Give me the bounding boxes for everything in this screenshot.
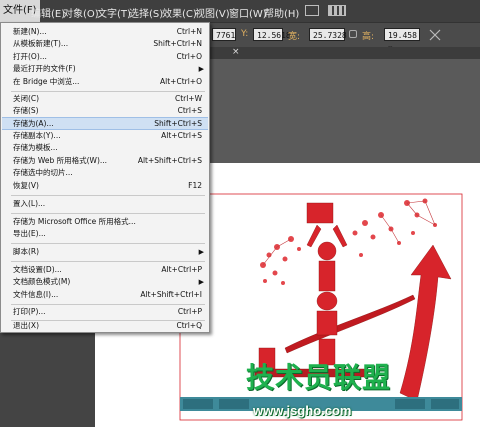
menu-help[interactable]: 帮助(H) bbox=[264, 5, 299, 20]
menu-separator bbox=[11, 213, 205, 214]
menu-item-save-as[interactable]: 存储为(A)... Shift+Ctrl+S bbox=[2, 117, 208, 130]
tools-panel bbox=[0, 330, 97, 427]
link-icon[interactable] bbox=[349, 30, 357, 38]
menu-effect[interactable]: 效果(C) bbox=[162, 5, 197, 20]
menu-item-revert[interactable]: 恢复(V) F12 bbox=[2, 180, 208, 192]
menu-item-close[interactable]: 关闭(C) Ctrl+W bbox=[2, 93, 208, 105]
menu-item-export[interactable]: 导出(E)... bbox=[2, 228, 208, 240]
menu-separator bbox=[11, 243, 205, 244]
menu-item-label: 打印(P)... bbox=[13, 307, 46, 316]
submenu-arrow-icon: ▶ bbox=[198, 248, 204, 256]
menu-item-label: 存储(S) bbox=[13, 106, 39, 115]
menu-item-shortcut: Shift+Ctrl+S bbox=[154, 119, 202, 128]
menu-item-shortcut: Ctrl+S bbox=[177, 106, 202, 115]
file-menu-dropdown: 新建(N)... Ctrl+N 从模板新建(T)... Shift+Ctrl+N 打… bbox=[0, 22, 210, 333]
menu-item-shortcut: Alt+Ctrl+S bbox=[161, 131, 202, 140]
y-field[interactable]: 12.5618 bbox=[253, 28, 291, 41]
menu-item-shortcut: Alt+Shift+Ctrl+I bbox=[140, 290, 202, 299]
menu-item-save[interactable]: 存储(S) Ctrl+S bbox=[2, 105, 208, 117]
menu-item-file-info[interactable]: 文件信息(I)... Alt+Shift+Ctrl+I bbox=[2, 289, 208, 301]
menu-item-shortcut: F12 bbox=[188, 181, 202, 190]
menu-edit[interactable]: 编辑(E) bbox=[31, 5, 65, 20]
menu-window[interactable]: 窗口(W) bbox=[229, 5, 267, 20]
menu-item-label: 恢复(V) bbox=[13, 181, 39, 190]
menu-separator bbox=[11, 195, 205, 196]
menu-item-label: 存储为 Microsoft Office 所用格式... bbox=[13, 217, 136, 226]
height-field[interactable]: 19.458 m bbox=[384, 28, 420, 53]
menu-item-shortcut: Ctrl+P bbox=[177, 307, 202, 316]
menu-separator bbox=[11, 304, 205, 305]
menu-item-shortcut: Ctrl+Q bbox=[176, 321, 202, 330]
transform-icon[interactable] bbox=[429, 29, 441, 41]
watermark-url: www.jsgho.com bbox=[253, 403, 352, 418]
menu-item-label: 从模板新建(T)... bbox=[13, 39, 69, 48]
menu-item-label: 关闭(C) bbox=[13, 94, 40, 103]
menu-item-label: 存储为 Web 所用格式(W)... bbox=[13, 156, 108, 165]
submenu-arrow-icon: ▶ bbox=[198, 65, 204, 73]
menu-item-new-from-template[interactable]: 从模板新建(T)... Shift+Ctrl+N bbox=[2, 38, 208, 50]
menu-separator bbox=[11, 91, 205, 92]
document-tab-bar bbox=[210, 47, 480, 59]
menu-item-document-setup[interactable]: 文档设置(D)... Alt+Ctrl+P bbox=[2, 264, 208, 276]
width-field[interactable]: 25.7328 bbox=[309, 28, 347, 41]
menu-item-save-copy[interactable]: 存储副本(Y)... Alt+Ctrl+S bbox=[2, 130, 208, 142]
menu-object[interactable]: 对象(O) bbox=[63, 5, 99, 20]
menu-view[interactable]: 视图(V) bbox=[195, 5, 230, 20]
menu-item-new[interactable]: 新建(N)... Ctrl+N bbox=[2, 26, 208, 38]
menu-item-shortcut: Shift+Ctrl+N bbox=[153, 39, 202, 48]
menu-item-shortcut: Ctrl+O bbox=[176, 52, 202, 61]
menu-item-label: 新建(N)... bbox=[13, 27, 47, 36]
menu-item-shortcut: Ctrl+N bbox=[176, 27, 202, 36]
menu-item-scripts[interactable]: 脚本(R) ▶ bbox=[2, 246, 208, 258]
menu-item-shortcut: Ctrl+W bbox=[174, 94, 202, 103]
watermark-logo: 技术员联盟 bbox=[246, 361, 392, 394]
menu-item-place[interactable]: 置入(L)... bbox=[2, 198, 208, 210]
menu-item-label: 存储为(A)... bbox=[13, 119, 54, 128]
menu-item-label: 在 Bridge 中浏览... bbox=[13, 77, 80, 86]
menu-item-label: 存储副本(Y)... bbox=[13, 131, 61, 140]
menu-select[interactable]: 选择(S) bbox=[129, 5, 163, 20]
menu-item-open[interactable]: 打开(O)... Ctrl+O bbox=[2, 51, 208, 63]
height-label: 高: bbox=[362, 32, 375, 42]
menu-item-label: 置入(L)... bbox=[13, 199, 46, 208]
submenu-arrow-icon: ▶ bbox=[198, 278, 204, 286]
menu-item-label: 存储选中的切片... bbox=[13, 168, 73, 177]
menu-item-shortcut: Alt+Ctrl+O bbox=[160, 77, 202, 86]
menu-type[interactable]: 文字(T) bbox=[97, 5, 131, 20]
menu-item-save-for-web[interactable]: 存储为 Web 所用格式(W)... Alt+Shift+Ctrl+S bbox=[2, 155, 208, 167]
menu-item-document-color-mode[interactable]: 文档颜色模式(M) ▶ bbox=[2, 276, 208, 288]
menu-item-label: 退出(X) bbox=[13, 321, 39, 330]
menu-item-print[interactable]: 打印(P)... Ctrl+P bbox=[2, 306, 208, 318]
bridge-icon[interactable] bbox=[305, 5, 319, 16]
menu-item-shortcut: Alt+Ctrl+P bbox=[161, 265, 202, 274]
tab-close-icon[interactable]: × bbox=[232, 47, 240, 57]
menu-bar: 文件(F) 编辑(E) 对象(O) 文字(T) 选择(S) 效果(C) 视图(V… bbox=[0, 0, 480, 22]
x-field[interactable]: 7761 bbox=[212, 28, 236, 41]
menu-item-label: 文档颜色模式(M) bbox=[13, 277, 71, 286]
arrange-documents-icon[interactable] bbox=[328, 5, 346, 16]
menu-item-label: 导出(E)... bbox=[13, 229, 46, 238]
menu-item-save-as-template[interactable]: 存储为模板... bbox=[2, 142, 208, 154]
menu-separator bbox=[11, 261, 205, 262]
menu-item-label: 最近打开的文件(F) bbox=[13, 64, 76, 73]
y-label: Y: bbox=[241, 29, 249, 39]
menu-item-save-for-office[interactable]: 存储为 Microsoft Office 所用格式... bbox=[2, 216, 208, 228]
menu-item-browse-bridge[interactable]: 在 Bridge 中浏览... Alt+Ctrl+O bbox=[2, 76, 208, 88]
menu-item-label: 文件信息(I)... bbox=[13, 290, 59, 299]
width-label: 宽: bbox=[288, 32, 301, 42]
menu-item-recent-files[interactable]: 最近打开的文件(F) ▶ bbox=[2, 63, 208, 75]
menu-item-label: 脚本(R) bbox=[13, 247, 40, 256]
menu-item-exit[interactable]: 退出(X) Ctrl+Q bbox=[2, 320, 208, 332]
menu-item-save-selected-slices[interactable]: 存储选中的切片... bbox=[2, 167, 208, 179]
menu-item-label: 文档设置(D)... bbox=[13, 265, 62, 274]
menu-item-shortcut: Alt+Shift+Ctrl+S bbox=[137, 156, 202, 165]
menu-item-label: 打开(O)... bbox=[13, 52, 47, 61]
menu-item-label: 存储为模板... bbox=[13, 143, 58, 152]
